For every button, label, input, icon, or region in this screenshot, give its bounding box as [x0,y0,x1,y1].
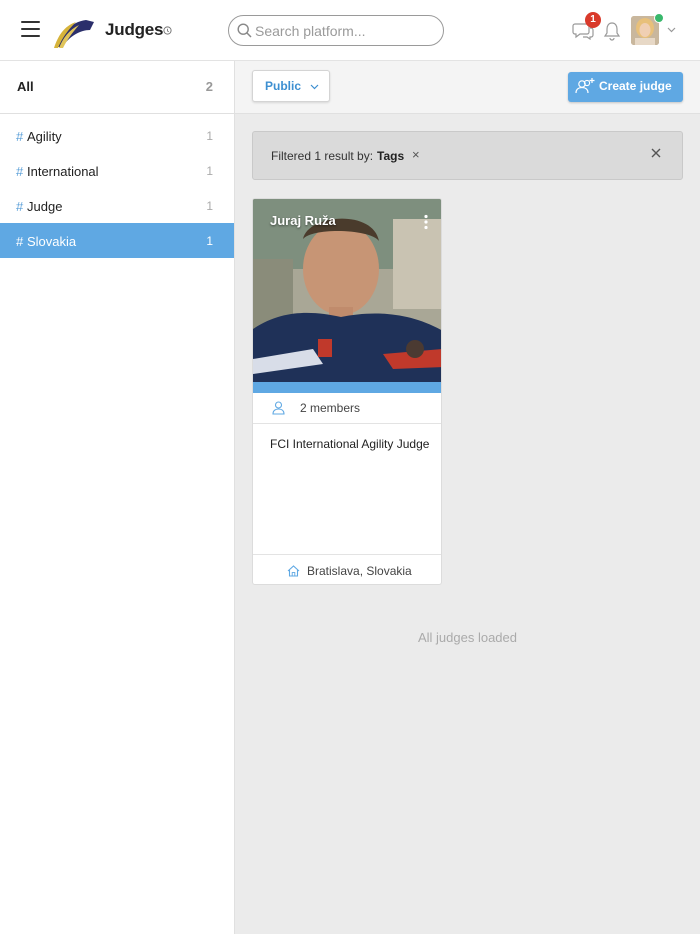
hash-icon: # [16,129,24,144]
remove-filter-tag-button[interactable]: × [412,147,420,162]
tag-list: # Agility 1 # International 1 # Judge 1 … [0,114,234,258]
sidebar-item-label: Slovakia [27,234,77,249]
filter-bar: Filtered 1 result by: Tags × [252,131,683,180]
sidebar: All 2 # Agility 1 # International 1 # Ju… [0,61,235,934]
members-count: 2 members [300,401,361,415]
notification-badge: 1 [585,12,601,28]
search-input[interactable] [255,20,435,42]
hash-icon: # [16,234,24,249]
user-icon [272,401,285,415]
filter-text: Filtered 1 result by: [271,149,374,163]
online-status-dot [654,13,664,23]
card-members-row: 2 members [253,393,441,424]
visibility-label: Public [265,79,302,93]
chevron-down-icon[interactable] [667,27,676,33]
hash-icon: # [16,164,24,179]
sidebar-item-count: 2 [205,79,213,94]
judge-name: Juraj Ruža [270,213,336,228]
search-icon [237,23,252,38]
all-loaded-message: All judges loaded [417,630,518,645]
judge-card[interactable]: Juraj Ruža 2 members FCI International A… [252,198,442,585]
sidebar-item-international[interactable]: # International 1 [0,153,234,188]
sidebar-item-count: 1 [206,164,213,178]
search-box[interactable] [228,15,444,46]
top-bar: Judges 1 [0,0,700,61]
filter-tag: Tags [377,149,405,163]
main-content: Public Create judge Filtered 1 result by… [235,61,700,934]
judge-description: FCI International Agility Judge [270,437,430,451]
sidebar-item-count: 1 [206,129,213,143]
hash-icon: # [16,199,24,214]
close-icon[interactable] [649,146,663,160]
add-user-icon [575,78,595,94]
judge-location: Bratislava, Slovakia [307,564,412,578]
home-icon [287,565,300,577]
more-options-icon[interactable] [423,214,429,230]
feather-logo-icon[interactable] [52,16,96,49]
page-title: Judges [105,20,164,39]
sidebar-item-count: 1 [206,234,213,248]
card-location-row: Bratislava, Slovakia [253,554,441,584]
create-judge-label: Create judge [599,79,672,93]
content-toolbar: Public Create judge [235,61,700,114]
sidebar-item-slovakia[interactable]: # Slovakia 1 [0,223,234,258]
sidebar-item-all[interactable]: All 2 [0,61,234,114]
create-judge-button[interactable]: Create judge [568,72,683,102]
chevron-down-icon [310,84,319,90]
sidebar-item-label: All [17,79,34,94]
info-circle-icon[interactable] [163,26,172,35]
visibility-dropdown[interactable]: Public [252,70,330,102]
sidebar-item-label: Agility [27,129,62,144]
sidebar-item-count: 1 [206,199,213,213]
sidebar-item-label: International [27,164,99,179]
bell-icon[interactable] [603,21,621,41]
card-accent-stripe [253,382,441,393]
menu-icon[interactable] [21,21,40,38]
sidebar-item-label: Judge [27,199,63,214]
sidebar-item-agility[interactable]: # Agility 1 [0,118,234,153]
sidebar-item-judge[interactable]: # Judge 1 [0,188,234,223]
